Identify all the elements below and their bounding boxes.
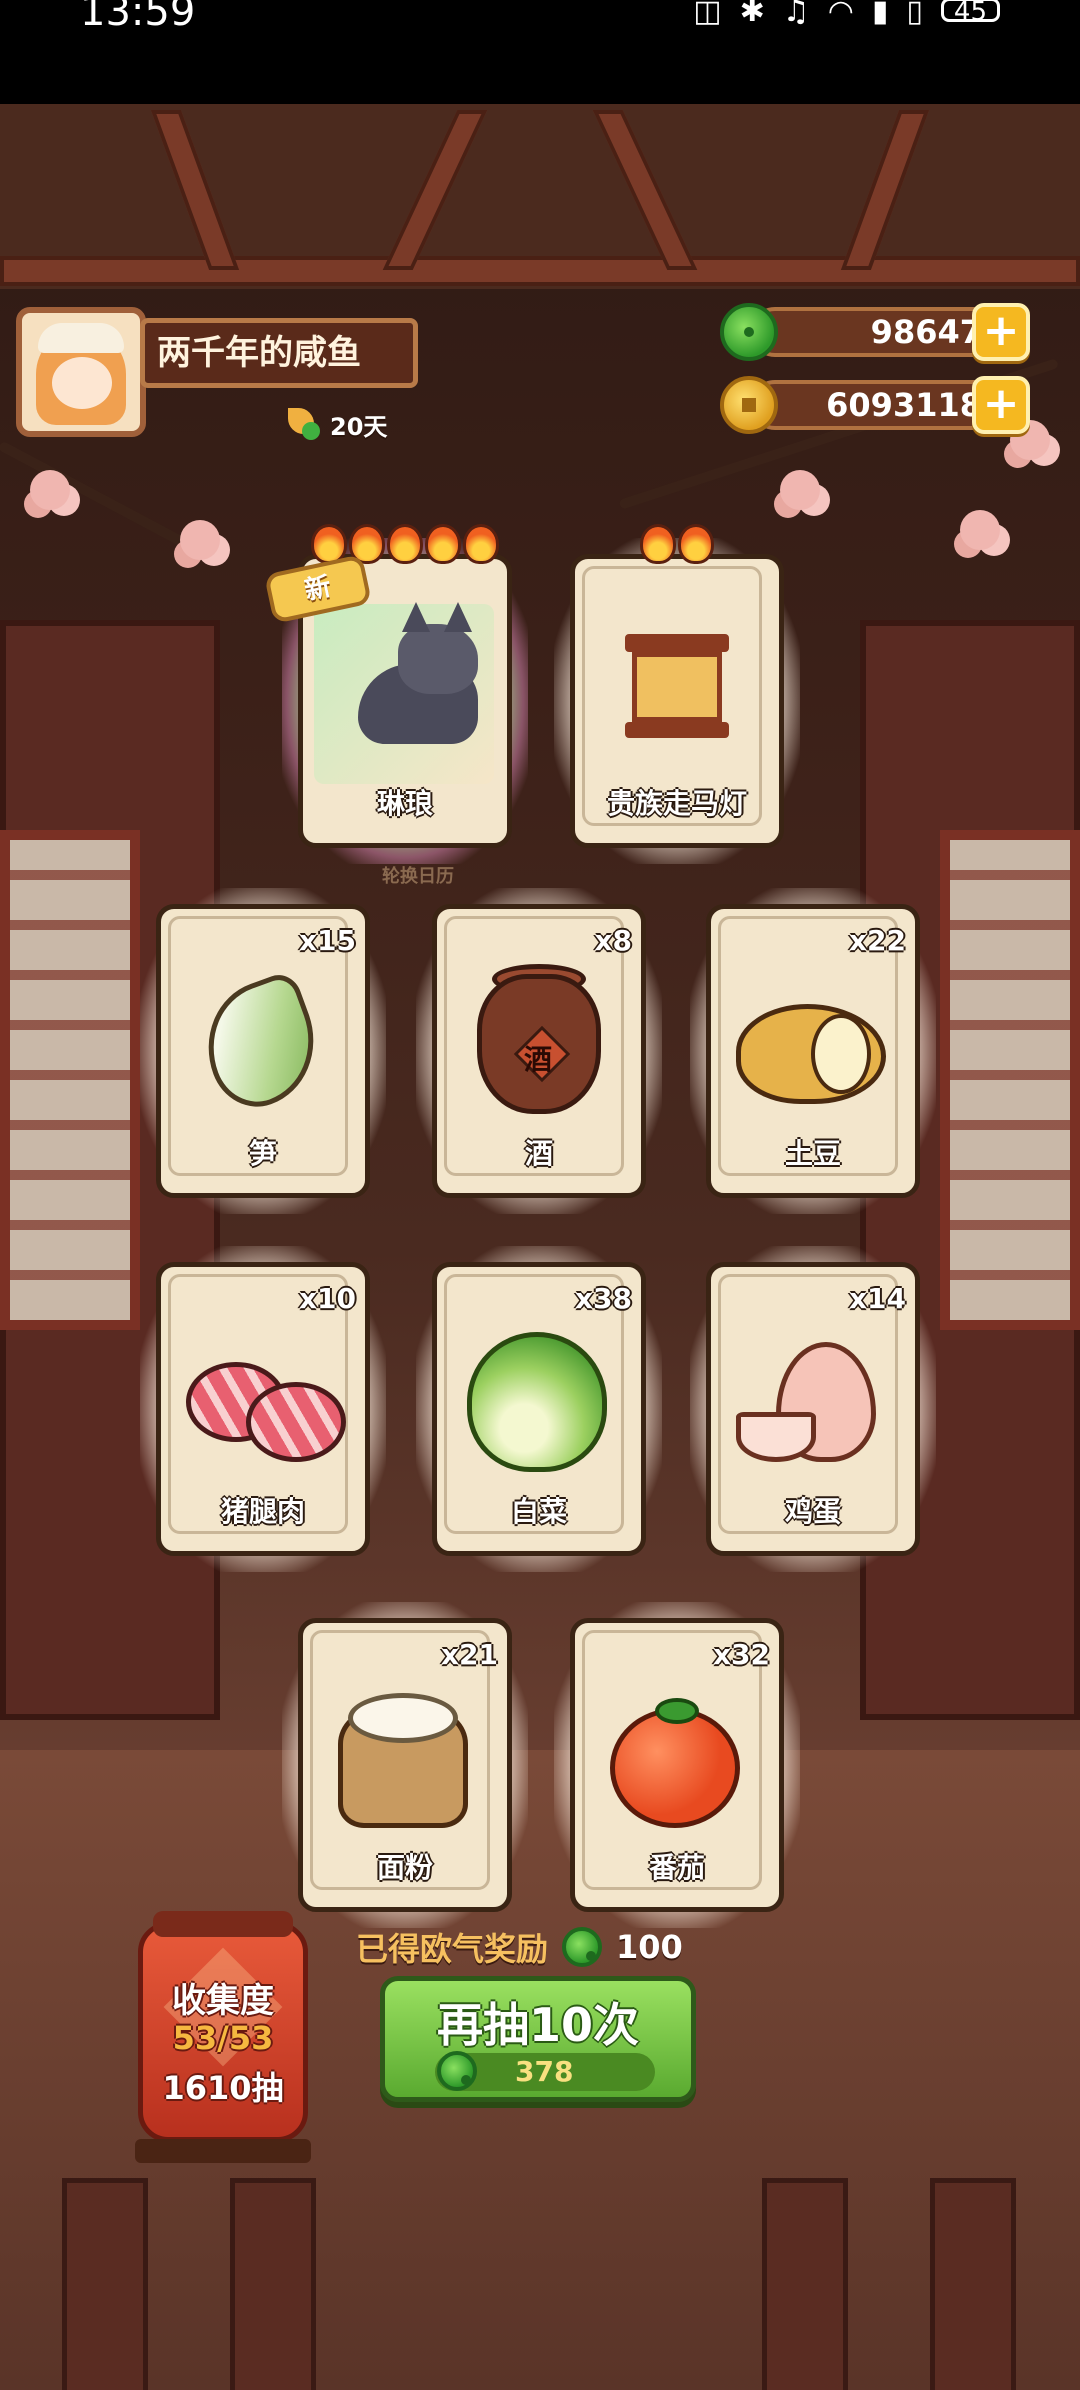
fence-post [62, 2178, 148, 2390]
player-name: 两千年的咸鱼 [157, 333, 361, 373]
add-jade-button[interactable]: + [972, 303, 1030, 361]
gold-currency: 6093118 + [720, 376, 1030, 434]
left-window [0, 830, 140, 1330]
cabbage-art [467, 1332, 607, 1472]
game-screen: 13:59 ◫ ✱ ♫ ◠ ▮ ▯ 45 两千年的咸鱼 20天 98647 + … [0, 0, 1080, 2390]
draw-cost: 378 [515, 2055, 574, 2088]
nfc-icon: ◫ [693, 0, 722, 29]
signal-icon: ▯ [906, 0, 923, 29]
item-label: 鸡蛋 [784, 1495, 841, 1528]
item-count: x8 [594, 924, 632, 957]
draw-again-button[interactable]: 再抽10次 378 [380, 1976, 696, 2102]
item-label: 猪腿肉 [220, 1495, 305, 1528]
featured-card-linlang[interactable]: 新 琳琅 [263, 524, 528, 864]
item-label: 番茄 [648, 1851, 705, 1884]
player-avatar[interactable] [16, 307, 146, 437]
item-card[interactable]: x14 鸡蛋 [690, 1246, 936, 1572]
star-flames [570, 524, 784, 564]
jade-icon [562, 1927, 603, 1967]
blossom-flower [960, 510, 1000, 550]
flame-icon [463, 524, 499, 564]
player-name-bar[interactable]: 两千年的咸鱼 [140, 318, 418, 388]
flame-icon [387, 524, 423, 564]
leaf-icon [284, 404, 324, 444]
status-time: 13:59 [80, 0, 196, 35]
reward-line: 已得欧气奖励 100 [356, 1924, 683, 1970]
fence-post [230, 2178, 316, 2390]
collection-lantern[interactable]: 收集度 53/53 1610抽 [135, 1911, 311, 2163]
item-label: 白菜 [510, 1495, 567, 1528]
battery-indicator: 45 [940, 0, 1000, 25]
jade-value: 98647 [870, 313, 982, 351]
flame-icon [425, 524, 461, 564]
days-text: 20天 [330, 412, 388, 441]
status-bar: 13:59 ◫ ✱ ♫ ◠ ▮ ▯ 45 [0, 0, 1080, 104]
jade-icon [720, 303, 778, 361]
collection-progress: 53/53 [172, 2019, 274, 2057]
draw-again-label: 再抽10次 [436, 1998, 639, 2052]
item-count: x10 [298, 1282, 356, 1315]
featured-card-lantern[interactable]: 贵族走马灯 [554, 524, 800, 864]
jade-currency: 98647 + [720, 303, 1030, 361]
signal-icon: ▮ [871, 0, 889, 29]
wifi-icon: ◠ [827, 0, 854, 29]
item-card[interactable]: x15 笋 [140, 888, 386, 1214]
jade-icon [437, 2051, 477, 2091]
add-gold-button[interactable]: + [972, 376, 1030, 434]
item-card[interactable]: 酒 x8 酒 [416, 888, 662, 1214]
gold-coin-icon [720, 376, 778, 434]
jar-text: 酒 [524, 1043, 553, 1076]
item-card[interactable]: x22 土豆 [690, 888, 936, 1214]
reward-value: 100 [616, 1928, 683, 1966]
blossom-flower [180, 520, 220, 560]
bluetooth-icon: ✱ [739, 0, 765, 29]
item-label: 酒 [524, 1137, 553, 1170]
card-label: 琳琅 [376, 787, 433, 820]
rotation-calendar-label[interactable]: 轮换日历 [382, 862, 454, 888]
item-count: x38 [574, 1282, 632, 1315]
right-window [940, 830, 1080, 1330]
gold-value: 6093118 [826, 386, 982, 424]
item-card[interactable]: x38 白菜 [416, 1246, 662, 1572]
item-label: 面粉 [376, 1851, 433, 1884]
item-card[interactable]: x32 番茄 [554, 1602, 800, 1928]
item-count: x21 [440, 1638, 498, 1671]
item-label: 土豆 [784, 1137, 841, 1170]
blossom-flower [780, 470, 820, 510]
collection-title: 收集度 [172, 1981, 274, 2021]
days-counter: 20天 [284, 404, 387, 444]
flame-icon [640, 524, 676, 564]
star-flames [298, 524, 512, 564]
mute-icon: ♫ [782, 0, 810, 29]
card-label: 贵族走马灯 [606, 787, 747, 820]
reward-text: 已得欧气奖励 [356, 1930, 549, 1968]
blossom-flower [30, 470, 70, 510]
roof-beam [0, 256, 1080, 286]
tomato-art [610, 1708, 740, 1828]
flame-icon [678, 524, 714, 564]
fence-post [762, 2178, 848, 2390]
item-count: x14 [848, 1282, 906, 1315]
item-label: 笋 [248, 1137, 277, 1170]
item-count: x22 [848, 924, 906, 957]
item-card[interactable]: x21 面粉 [282, 1602, 528, 1928]
status-icons: ◫ ✱ ♫ ◠ ▮ ▯ 45 [693, 0, 1000, 29]
collection-draws: 1610抽 [162, 2069, 284, 2107]
item-count: x15 [298, 924, 356, 957]
fence-post [930, 2178, 1016, 2390]
item-count: x32 [712, 1638, 770, 1671]
lantern-art [625, 634, 729, 652]
item-card[interactable]: x10 猪腿肉 [140, 1246, 386, 1572]
